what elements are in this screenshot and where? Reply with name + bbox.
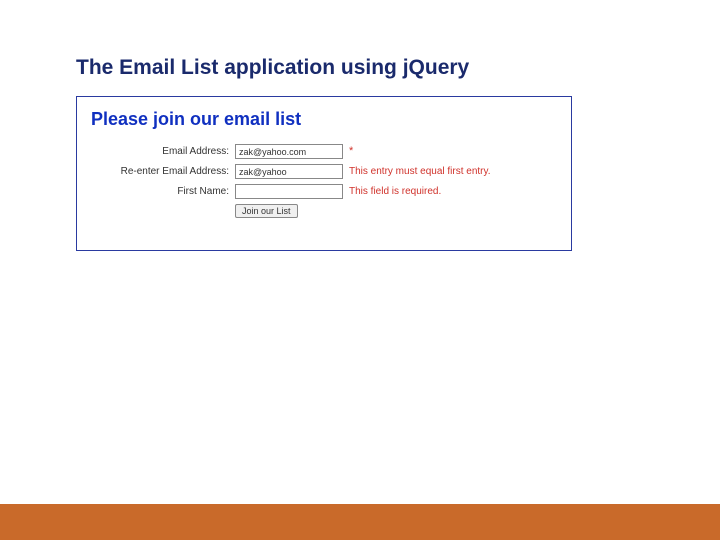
label-first-name: First Name: xyxy=(91,186,235,198)
row-email-confirm: Re-enter Email Address: This entry must … xyxy=(91,164,557,179)
slide-title: The Email List application using jQuery xyxy=(76,56,469,80)
label-email: Email Address: xyxy=(91,146,235,158)
row-first-name: First Name: This field is required. xyxy=(91,184,557,199)
row-submit: Join our List xyxy=(91,204,557,218)
join-list-button[interactable]: Join our List xyxy=(235,204,298,218)
email-confirm-field[interactable] xyxy=(235,164,343,179)
label-email-confirm: Re-enter Email Address: xyxy=(91,166,235,178)
first-name-field[interactable] xyxy=(235,184,343,199)
error-first-name: This field is required. xyxy=(349,186,557,198)
footer-bar xyxy=(0,504,720,540)
email-list-panel: Please join our email list Email Address… xyxy=(76,96,572,251)
slide: The Email List application using jQuery … xyxy=(0,0,720,540)
panel-heading: Please join our email list xyxy=(91,109,557,130)
asterisk-icon: * xyxy=(349,145,357,158)
row-email: Email Address: * xyxy=(91,144,557,159)
email-field[interactable] xyxy=(235,144,343,159)
error-email-confirm: This entry must equal first entry. xyxy=(349,166,557,178)
